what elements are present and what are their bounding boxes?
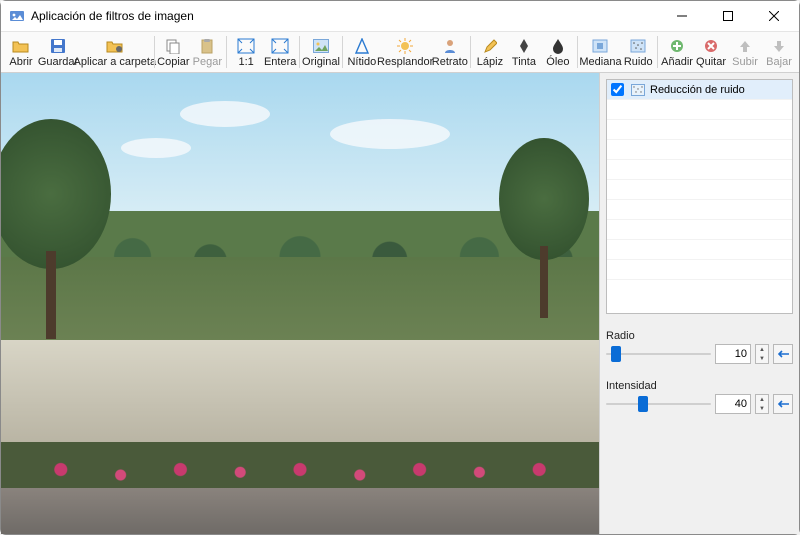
save-button[interactable]: Guardar [38, 32, 78, 72]
paste-button: Pegar [190, 32, 224, 72]
side-panel: Reducción de ruido Radio ▲▼ Intensidad ▲… [599, 73, 799, 534]
add-icon [669, 37, 685, 55]
window-title: Aplicación de filtros de imagen [31, 9, 659, 23]
remove-filter-button[interactable]: Quitar [694, 32, 728, 72]
sharpen-icon [355, 37, 369, 55]
ink-icon [517, 37, 531, 55]
sharpen-button[interactable]: Nítido [345, 32, 379, 72]
original-button[interactable]: Original [302, 32, 340, 72]
toolbar: Abrir Guardar Aplicar a carpeta Copiar P… [1, 31, 799, 73]
zoom-actual-button[interactable]: 1:1 [229, 32, 263, 72]
minimize-button[interactable] [659, 1, 705, 31]
apply-folder-button[interactable]: Aplicar a carpeta [78, 32, 152, 72]
noise-button[interactable]: Ruido [621, 32, 655, 72]
median-button[interactable]: Mediana [580, 32, 622, 72]
radio-slider[interactable] [606, 344, 711, 364]
copy-icon [165, 37, 181, 55]
workspace: Reducción de ruido Radio ▲▼ Intensidad ▲… [1, 73, 799, 534]
radio-reset-button[interactable] [773, 344, 793, 364]
arrow-down-icon [772, 37, 786, 55]
intensidad-slider[interactable] [606, 394, 711, 414]
maximize-button[interactable] [705, 1, 751, 31]
intensidad-reset-button[interactable] [773, 394, 793, 414]
ink-button[interactable]: Tinta [507, 32, 541, 72]
filter-enable-checkbox[interactable] [611, 83, 624, 96]
filter-list[interactable]: Reducción de ruido [606, 79, 793, 314]
zoom-fit-button[interactable]: Entera [263, 32, 297, 72]
oil-button[interactable]: Óleo [541, 32, 575, 72]
titlebar: Aplicación de filtros de imagen [1, 1, 799, 31]
param-intensidad: Intensidad ▲▼ [606, 380, 793, 414]
noise-reduction-icon [630, 82, 646, 98]
filter-list-item[interactable]: Reducción de ruido [607, 80, 792, 100]
noise-icon [630, 37, 646, 55]
radio-input[interactable] [715, 344, 751, 364]
median-icon [592, 37, 608, 55]
close-button[interactable] [751, 1, 797, 31]
image-icon [313, 37, 329, 55]
add-filter-button[interactable]: Añadir [660, 32, 694, 72]
arrow-up-icon [738, 37, 752, 55]
move-down-button: Bajar [762, 32, 796, 72]
filter-list-item-label: Reducción de ruido [650, 84, 745, 96]
param-label: Intensidad [606, 380, 793, 392]
save-icon [50, 37, 66, 55]
fit-icon [271, 37, 289, 55]
param-label: Radio [606, 330, 793, 342]
app-icon [9, 8, 25, 24]
radio-spinner[interactable]: ▲▼ [755, 344, 769, 364]
portrait-icon [443, 37, 457, 55]
pencil-icon [483, 37, 497, 55]
glow-button[interactable]: Resplandor [379, 32, 432, 72]
pencil-button[interactable]: Lápiz [473, 32, 507, 72]
folder-open-icon [12, 37, 30, 55]
oil-drop-icon [552, 37, 564, 55]
intensidad-spinner[interactable]: ▲▼ [755, 394, 769, 414]
actual-size-icon [237, 37, 255, 55]
folder-gear-icon [106, 37, 124, 55]
remove-icon [703, 37, 719, 55]
copy-button[interactable]: Copiar [156, 32, 190, 72]
portrait-button[interactable]: Retrato [431, 32, 468, 72]
image-canvas[interactable] [1, 73, 599, 534]
paste-icon [199, 37, 215, 55]
intensidad-input[interactable] [715, 394, 751, 414]
move-up-button: Subir [728, 32, 762, 72]
param-radio: Radio ▲▼ [606, 330, 793, 364]
open-button[interactable]: Abrir [4, 32, 38, 72]
glow-icon [397, 37, 413, 55]
